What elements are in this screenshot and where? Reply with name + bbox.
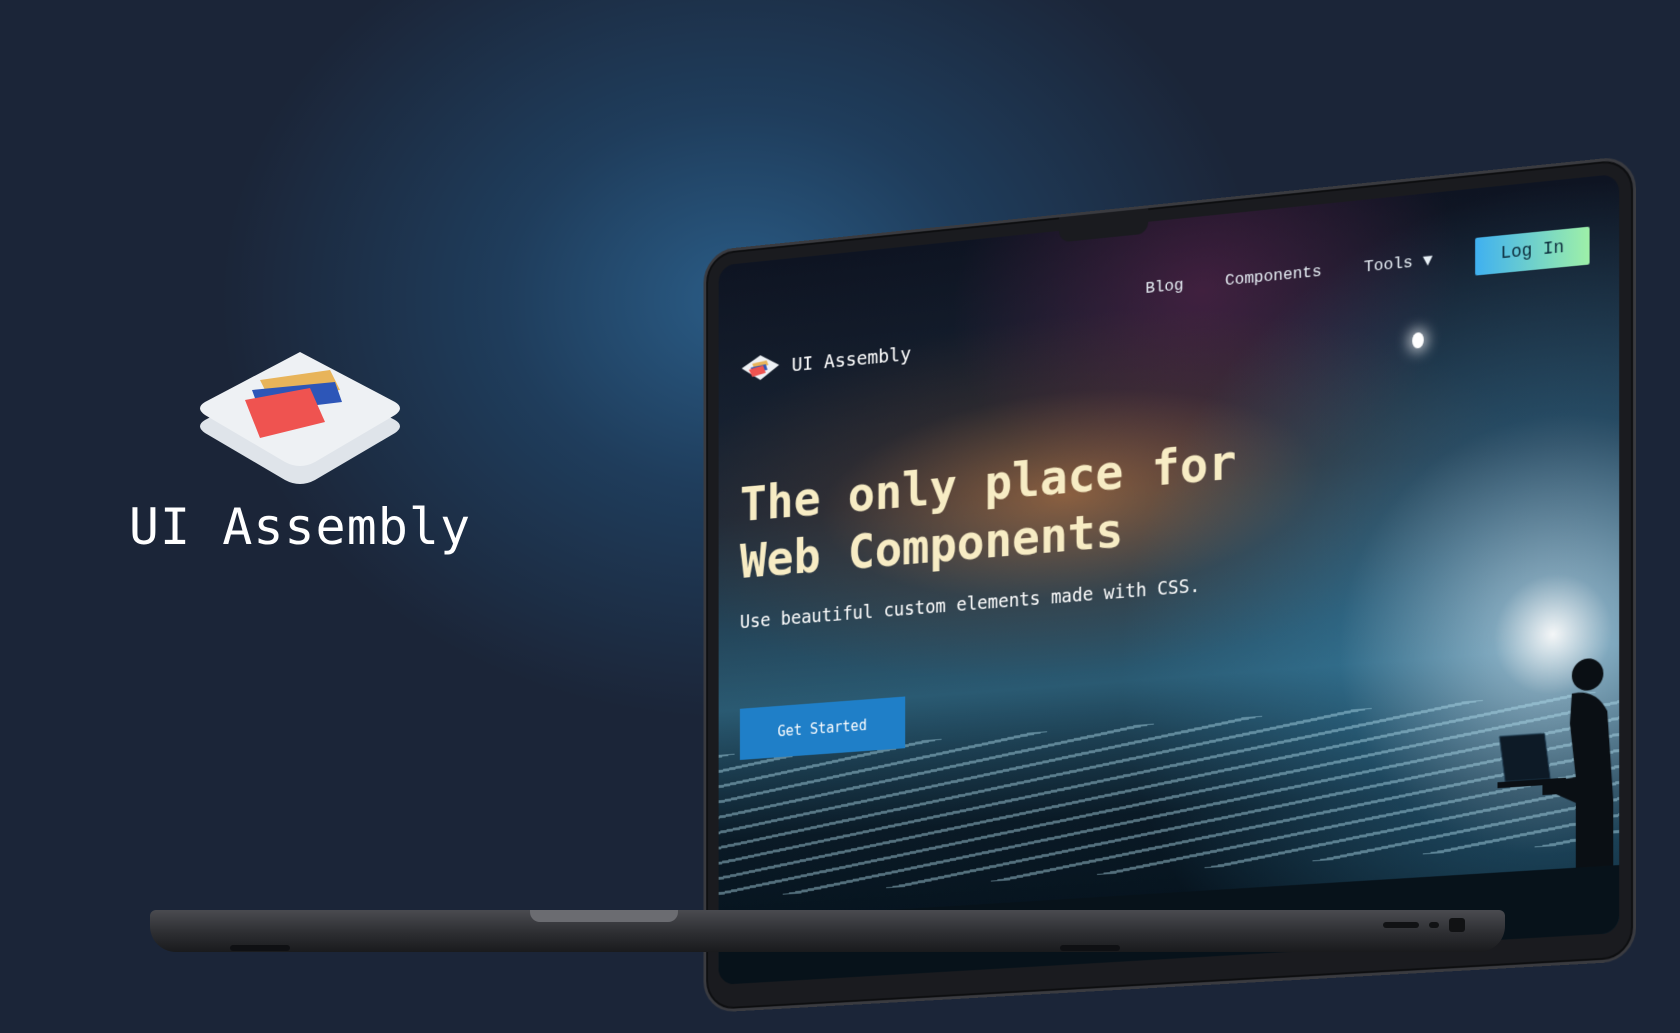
site-logo-name: UI Assembly: [792, 342, 911, 376]
laptop-foot: [230, 945, 290, 951]
website-screen: UI Assembly Blog Components Tools ▼ Log …: [719, 174, 1620, 985]
site-logo-icon: [740, 350, 781, 386]
nav-link-blog[interactable]: Blog: [1145, 276, 1183, 298]
laptop-lid: UI Assembly Blog Components Tools ▼ Log …: [704, 155, 1636, 1013]
site-nav: Blog Components Tools ▼ Log In: [1145, 227, 1589, 308]
port: [1429, 922, 1439, 928]
login-button[interactable]: Log In: [1475, 227, 1589, 276]
site-logo[interactable]: UI Assembly: [740, 337, 911, 386]
laptop-foot: [1060, 945, 1120, 951]
side-ports: [1383, 918, 1465, 932]
nav-link-components[interactable]: Components: [1225, 262, 1322, 290]
port: [1449, 918, 1465, 932]
trackpad-notch: [530, 910, 678, 922]
person-with-laptop-silhouette: [1498, 650, 1616, 872]
hero-title: The only place for Web Components: [740, 433, 1237, 591]
laptop-base: [150, 910, 1505, 952]
nav-tools-dropdown[interactable]: Tools ▼: [1364, 252, 1433, 277]
laptop-mockup: UI Assembly Blog Components Tools ▼ Log …: [150, 155, 1630, 1025]
port: [1383, 922, 1419, 928]
moon-glow: [1412, 332, 1424, 349]
